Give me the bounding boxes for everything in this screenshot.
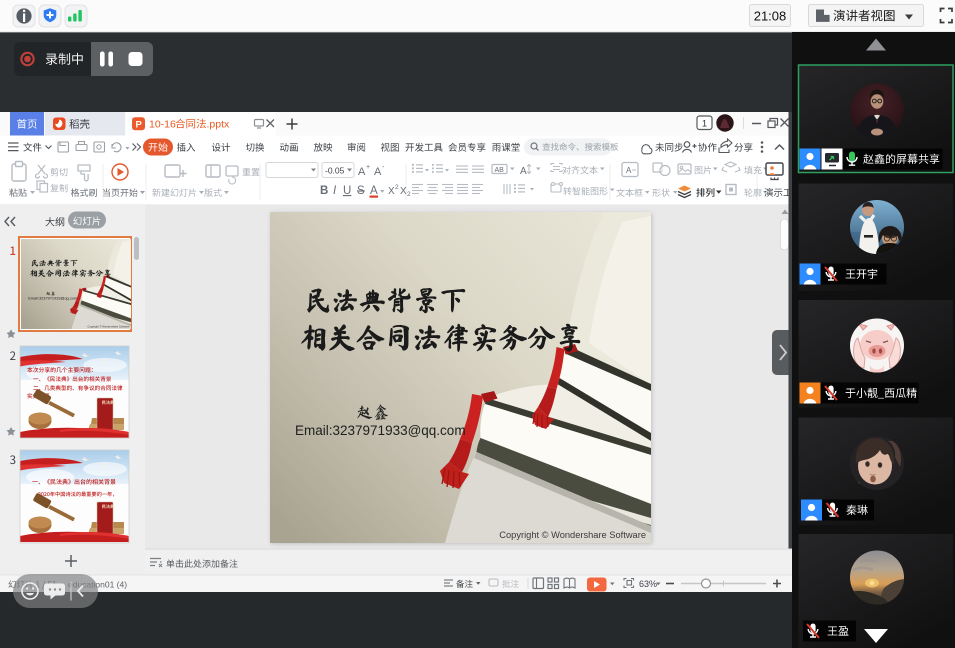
svg-text:21:08: 21:08 xyxy=(754,9,787,24)
svg-text:A: A xyxy=(626,166,632,175)
svg-text:63%: 63% xyxy=(639,579,657,589)
svg-text:A: A xyxy=(520,166,527,177)
svg-text:2: 2 xyxy=(407,191,411,198)
svg-text:A: A xyxy=(374,166,382,178)
svg-text:X: X xyxy=(388,186,395,197)
svg-text:B: B xyxy=(320,185,328,197)
svg-text:1: 1 xyxy=(702,118,707,129)
svg-text:P: P xyxy=(136,119,143,130)
svg-text:AB: AB xyxy=(495,167,505,174)
svg-text:X: X xyxy=(400,186,407,197)
svg-text:10-16: 10-16 xyxy=(149,119,176,131)
svg-text:U: U xyxy=(343,185,351,197)
svg-text:+: + xyxy=(366,164,370,171)
svg-text:A: A xyxy=(358,166,366,178)
svg-text:.pptx: .pptx xyxy=(207,119,231,131)
svg-text:S: S xyxy=(357,185,365,197)
svg-text:2: 2 xyxy=(395,184,399,191)
svg-text:A: A xyxy=(370,185,378,197)
svg-text:-0.05: -0.05 xyxy=(325,166,345,176)
